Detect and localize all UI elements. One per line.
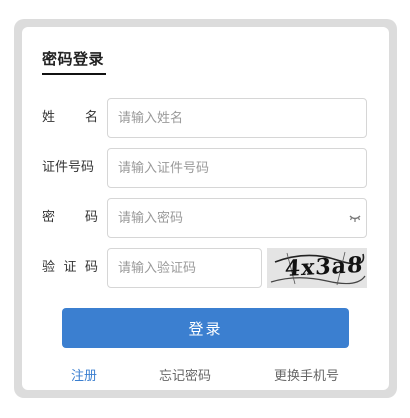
page-title: 密码登录: [42, 50, 105, 68]
password-label: 密 码: [42, 210, 98, 225]
login-card: 密码登录 姓 名 证件号码 密 码 验 证 码: [22, 27, 389, 390]
captcha-text: 4x3a8: [284, 251, 365, 283]
login-button[interactable]: 登录: [62, 308, 349, 348]
eye-closed-icon[interactable]: [348, 212, 362, 224]
register-link[interactable]: 注册: [71, 365, 97, 384]
captcha-label: 验 证 码: [42, 260, 98, 275]
captcha-input[interactable]: [107, 248, 262, 288]
id-number-label: 证件号码: [42, 160, 95, 175]
name-input[interactable]: [107, 98, 367, 138]
password-input[interactable]: [107, 198, 367, 238]
password-field: [107, 198, 367, 238]
name-label: 姓 名: [42, 110, 98, 125]
captcha-image[interactable]: 4x3a8: [267, 248, 367, 288]
forgot-password-link[interactable]: 忘记密码: [159, 365, 211, 384]
id-number-input[interactable]: [107, 148, 367, 188]
change-phone-link[interactable]: 更换手机号: [274, 365, 339, 384]
title-underline: [42, 73, 106, 75]
